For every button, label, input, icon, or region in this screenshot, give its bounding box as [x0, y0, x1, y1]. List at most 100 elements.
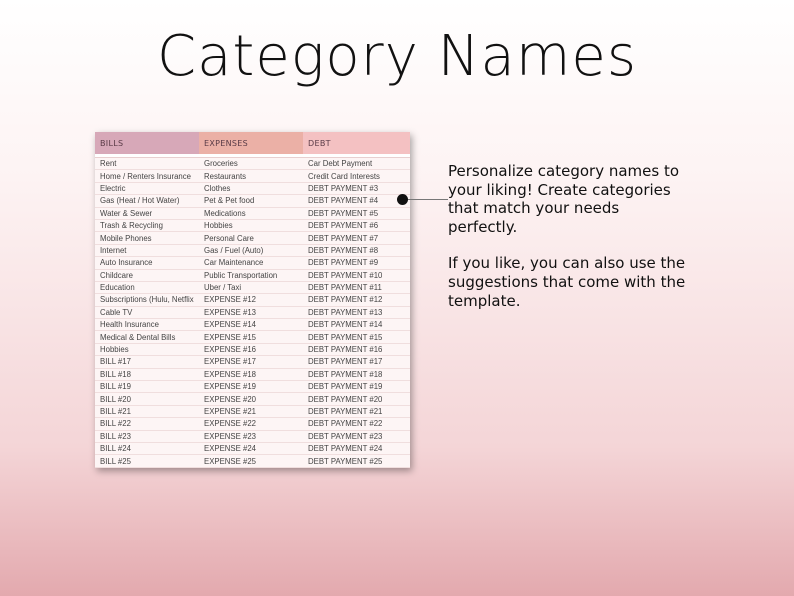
cell-bills[interactable]: Medical & Dental Bills — [95, 330, 199, 344]
cell-debt[interactable]: DEBT PAYMENT #16 — [303, 343, 410, 357]
cell-expenses[interactable]: EXPENSE #14 — [199, 318, 303, 332]
description-paragraph-2: If you like, you can also use the sugges… — [448, 254, 686, 310]
table-row: Health Insurance EXPENSE #14 DEBT PAYMENT … — [95, 318, 410, 332]
cell-bills[interactable]: BILL #17 — [95, 355, 199, 369]
cell-bills[interactable]: Hobbies — [95, 343, 199, 357]
cell-expenses[interactable]: Clothes — [199, 182, 303, 196]
cell-expenses[interactable]: Restaurants — [199, 169, 303, 183]
cell-bills[interactable]: Internet — [95, 244, 199, 258]
cell-expenses[interactable]: EXPENSE #25 — [199, 454, 303, 468]
cell-expenses[interactable]: EXPENSE #20 — [199, 392, 303, 406]
cell-bills[interactable]: Childcare — [95, 269, 199, 282]
cell-debt[interactable]: DEBT PAYMENT #21 — [303, 405, 410, 419]
cell-expenses[interactable]: Hobbies — [199, 219, 303, 233]
cell-debt[interactable]: DEBT PAYMENT #20 — [303, 392, 410, 406]
cell-debt[interactable]: DEBT PAYMENT #9 — [303, 256, 410, 270]
cell-bills[interactable]: Home / Renters Insurance — [95, 169, 199, 183]
table-header-row: BILLS EXPENSES DEBT — [95, 132, 410, 154]
cell-debt[interactable]: DEBT PAYMENT #12 — [303, 293, 410, 307]
cell-bills[interactable]: BILL #22 — [95, 417, 199, 431]
description-text: Personalize category names to your likin… — [448, 162, 688, 328]
cell-debt[interactable]: Credit Card Interests — [303, 169, 410, 183]
table-body: Rent Groceries Car Debt Payment Home / Rent… — [95, 154, 410, 468]
table-row: Rent Groceries Car Debt Payment — [95, 157, 410, 171]
cell-expenses[interactable]: Pet & Pet food — [199, 194, 303, 208]
cell-debt[interactable]: DEBT PAYMENT #17 — [303, 355, 410, 369]
table-row: Subscriptions (Hulu, Netflix EXPENSE #12 D… — [95, 293, 410, 307]
cell-bills[interactable]: Education — [95, 281, 199, 295]
cell-bills[interactable]: BILL #21 — [95, 405, 199, 419]
cell-debt[interactable]: DEBT PAYMENT #23 — [303, 430, 410, 444]
cell-debt[interactable]: Car Debt Payment — [303, 157, 410, 171]
cell-debt[interactable]: DEBT PAYMENT #7 — [303, 231, 410, 245]
table-row: BILL #25 EXPENSE #25 DEBT PAYMENT #25 — [95, 454, 410, 468]
cell-bills[interactable]: Auto Insurance — [95, 256, 199, 270]
table-row: Medical & Dental Bills EXPENSE #15 DEBT PA… — [95, 330, 410, 344]
table-row: Cable TV EXPENSE #13 DEBT PAYMENT #13 — [95, 306, 410, 320]
description-paragraph-1: Personalize category names to your likin… — [448, 162, 680, 236]
page-title: Category Names — [156, 24, 638, 89]
cell-expenses[interactable]: Car Maintenance — [199, 256, 303, 270]
cell-expenses[interactable]: Medications — [199, 207, 303, 220]
cell-debt[interactable]: DEBT PAYMENT #5 — [303, 207, 410, 220]
cell-expenses[interactable]: EXPENSE #19 — [199, 380, 303, 394]
cell-debt[interactable]: DEBT PAYMENT #13 — [303, 306, 410, 320]
cell-bills[interactable]: Gas (Heat / Hot Water) — [95, 194, 199, 208]
connector-line — [404, 199, 448, 200]
cell-expenses[interactable]: Personal Care — [199, 231, 303, 245]
category-table: BILLS EXPENSES DEBT Rent Groceries Car Deb… — [95, 132, 410, 468]
cell-bills[interactable]: Rent — [95, 157, 199, 171]
cell-bills[interactable]: BILL #23 — [95, 430, 199, 444]
cell-bills[interactable]: BILL #24 — [95, 442, 199, 456]
cell-debt[interactable]: DEBT PAYMENT #3 — [303, 182, 410, 196]
cell-bills[interactable]: Mobile Phones — [95, 231, 199, 245]
cell-expenses[interactable]: EXPENSE #12 — [199, 293, 303, 307]
cell-bills[interactable]: Electric — [95, 182, 199, 196]
cell-expenses[interactable]: EXPENSE #18 — [199, 368, 303, 382]
cell-debt[interactable]: DEBT PAYMENT #22 — [303, 417, 410, 431]
cell-expenses[interactable]: Gas / Fuel (Auto) — [199, 244, 303, 258]
cell-expenses[interactable]: EXPENSE #24 — [199, 442, 303, 456]
cell-bills[interactable]: Subscriptions (Hulu, Netflix — [95, 293, 199, 307]
cell-debt[interactable]: DEBT PAYMENT #14 — [303, 318, 410, 332]
cell-expenses[interactable]: Groceries — [199, 157, 303, 171]
column-header-expenses: EXPENSES — [199, 132, 303, 154]
table-row: Home / Renters Insurance Restaurants Credi… — [95, 169, 410, 183]
cell-debt[interactable]: DEBT PAYMENT #24 — [303, 442, 410, 456]
cell-debt[interactable]: DEBT PAYMENT #8 — [303, 244, 410, 258]
cell-bills[interactable]: BILL #19 — [95, 380, 199, 394]
cell-debt[interactable]: DEBT PAYMENT #15 — [303, 330, 410, 344]
table-row: Mobile Phones Personal Care DEBT PAYMENT #… — [95, 231, 410, 245]
table-row: BILL #23 EXPENSE #23 DEBT PAYMENT #23 — [95, 430, 410, 444]
cell-expenses[interactable]: Public Transportation — [199, 269, 303, 282]
table-row: Internet Gas / Fuel (Auto) DEBT PAYMENT #8 — [95, 244, 410, 258]
cell-expenses[interactable]: EXPENSE #22 — [199, 417, 303, 431]
cell-bills[interactable]: BILL #25 — [95, 454, 199, 468]
cell-expenses[interactable]: Uber / Taxi — [199, 281, 303, 295]
table-row: Childcare Public Transportation DEBT PAYME… — [95, 269, 410, 282]
connector-dot — [397, 194, 408, 205]
cell-bills[interactable]: Trash & Recycling — [95, 219, 199, 233]
cell-debt[interactable]: DEBT PAYMENT #19 — [303, 380, 410, 394]
cell-debt[interactable]: DEBT PAYMENT #11 — [303, 281, 410, 295]
column-header-bills: BILLS — [95, 132, 199, 154]
cell-bills[interactable]: Cable TV — [95, 306, 199, 320]
cell-expenses[interactable]: EXPENSE #23 — [199, 430, 303, 444]
table-row: Hobbies EXPENSE #16 DEBT PAYMENT #16 — [95, 343, 410, 357]
cell-bills[interactable]: BILL #20 — [95, 392, 199, 406]
cell-debt[interactable]: DEBT PAYMENT #25 — [303, 454, 410, 468]
cell-expenses[interactable]: EXPENSE #13 — [199, 306, 303, 320]
cell-debt[interactable]: DEBT PAYMENT #10 — [303, 269, 410, 282]
cell-debt[interactable]: DEBT PAYMENT #6 — [303, 219, 410, 233]
cell-expenses[interactable]: EXPENSE #15 — [199, 330, 303, 344]
cell-bills[interactable]: Water & Sewer — [95, 207, 199, 220]
cell-bills[interactable]: Health Insurance — [95, 318, 199, 332]
table-row: BILL #22 EXPENSE #22 DEBT PAYMENT #22 — [95, 417, 410, 431]
cell-debt[interactable]: DEBT PAYMENT #18 — [303, 368, 410, 382]
cell-expenses[interactable]: EXPENSE #17 — [199, 355, 303, 369]
cell-expenses[interactable]: EXPENSE #21 — [199, 405, 303, 419]
table-row: BILL #20 EXPENSE #20 DEBT PAYMENT #20 — [95, 392, 410, 406]
cell-debt[interactable]: DEBT PAYMENT #4 — [303, 194, 410, 208]
cell-bills[interactable]: BILL #18 — [95, 368, 199, 382]
cell-expenses[interactable]: EXPENSE #16 — [199, 343, 303, 357]
